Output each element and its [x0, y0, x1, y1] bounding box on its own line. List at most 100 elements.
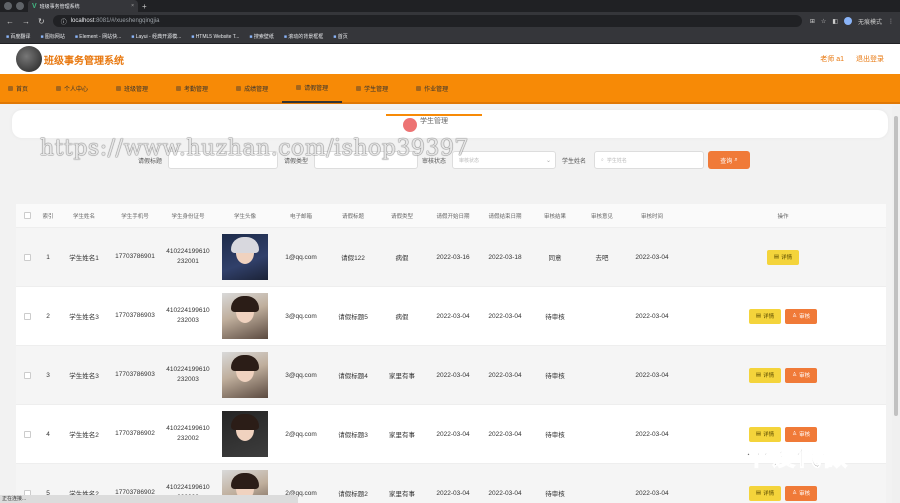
nav-item-leave[interactable]: 请假管理 — [282, 73, 343, 103]
address-host: localhost — [70, 18, 95, 24]
leave-title-label: 请假标题 — [138, 158, 163, 165]
browser-more-icon[interactable]: ⋮ — [888, 18, 894, 25]
bookmark-item[interactable]: 滚动的背景框框 — [284, 33, 323, 40]
row-checkbox[interactable] — [16, 253, 38, 261]
bookmark-item[interactable]: 百度翻译 — [6, 33, 30, 40]
close-tab-icon[interactable]: × — [131, 3, 134, 9]
row-checkbox[interactable] — [16, 371, 38, 379]
reload-icon[interactable]: ↻ — [38, 17, 45, 26]
cell-end-date: 2022-03-18 — [488, 253, 522, 261]
new-tab-icon[interactable]: + — [142, 2, 147, 11]
leave-icon — [296, 84, 302, 90]
logout-link[interactable]: 退出登录 — [856, 54, 884, 64]
nav-item-homework[interactable]: 作业管理 — [402, 73, 462, 103]
scrollbar-thumb[interactable] — [894, 116, 898, 416]
checkbox-box — [23, 430, 31, 438]
student-name-placeholder: 学生姓名 — [606, 157, 627, 164]
detail-button-label: 详情 — [763, 314, 775, 320]
detail-button[interactable]: ▤ 详情 — [748, 485, 782, 501]
detail-button[interactable]: ▤ 详情 — [748, 367, 782, 383]
bookmark-item[interactable]: HTML5 Website T... — [191, 34, 240, 40]
address-bar[interactable]: ⓘ localhost:8081/#/xueshengqingjia — [52, 15, 802, 27]
cell-start-date: 2022-03-04 — [436, 430, 470, 438]
cell-start-date: 2022-03-04 — [436, 312, 470, 320]
search-button[interactable]: 查询 ⌕ — [708, 151, 750, 169]
cell-student-name: 学生姓名3 — [69, 314, 99, 321]
leave-type-input[interactable] — [314, 151, 418, 169]
corner-overlay-text: 毕设代做 — [743, 442, 848, 472]
checkbox-box — [23, 371, 31, 379]
nav-item-students[interactable]: 学生管理 — [342, 73, 402, 103]
forward-icon[interactable]: → — [22, 17, 30, 26]
translate-icon[interactable]: ⊞ — [810, 18, 815, 25]
breadcrumb: 学生管理 — [420, 118, 448, 125]
audit-button[interactable]: ♙ 审核 — [785, 308, 818, 324]
detail-button[interactable]: ▤ 详情 — [766, 249, 800, 265]
audit-button-label: 审核 — [799, 373, 811, 379]
extensions-icon[interactable]: ◧ — [832, 18, 838, 25]
student-avatar-image[interactable] — [222, 352, 268, 398]
profile-label[interactable]: 无痕模式 — [858, 17, 882, 26]
cell-end-date: 2022-03-04 — [488, 430, 522, 438]
audit-button[interactable]: ♙ 审核 — [785, 367, 818, 383]
browser-app-icon[interactable] — [16, 2, 24, 10]
cell-id-card: 410224199610232001 — [166, 248, 210, 265]
row-checkbox[interactable] — [16, 430, 38, 438]
bookmark-item[interactable]: Element - 网站快... — [75, 33, 121, 40]
cell-start-date: 2022-03-04 — [436, 371, 470, 379]
bookmark-item[interactable]: 首页 — [333, 33, 348, 40]
grades-icon — [236, 85, 242, 91]
detail-button-label: 详情 — [763, 491, 775, 497]
audit-button[interactable]: ♙ 审核 — [785, 485, 818, 501]
profile-avatar-icon[interactable] — [843, 17, 852, 25]
info-icon: ⓘ — [60, 19, 67, 26]
cell-audit-time: 2022-03-04 — [635, 489, 669, 497]
select-all-checkbox[interactable] — [16, 212, 38, 219]
browser-menu-icon[interactable] — [4, 2, 12, 10]
bookmark-star-icon[interactable]: ☆ — [821, 18, 826, 25]
bookmark-item[interactable]: 图标网站 — [40, 33, 65, 40]
cell-index: 3 — [46, 371, 50, 379]
cell-id-card: 410224199610232003 — [166, 366, 210, 383]
detail-button[interactable]: ▤ 详情 — [748, 308, 782, 324]
page-scrollbar[interactable] — [892, 106, 900, 503]
cell-phone: 17703786903 — [115, 312, 155, 319]
nav-label: 班级管理 — [124, 86, 149, 93]
table-row: 2 学生姓名3 17703786903 410224199610232003 3@qq.… — [16, 287, 886, 346]
app-header: 班级事务管理系统 老师 a1 退出登录 — [0, 44, 900, 74]
bookmark-item[interactable]: 搜索壁纸 — [249, 33, 274, 40]
nav-label: 考勤管理 — [184, 86, 209, 93]
student-name-input[interactable]: ⌕ 学生姓名 — [594, 151, 704, 169]
cell-actions: ▤ 详情 — [680, 249, 886, 265]
table-row: 1 学生姓名1 17703786901 410224199610232001 1@qq.… — [16, 228, 886, 287]
cell-phone: 17703786902 — [115, 430, 155, 437]
nav-item-class[interactable]: 班级管理 — [102, 73, 162, 103]
nav-item-home[interactable]: 首页 — [8, 73, 42, 103]
nav-item-attendance[interactable]: 考勤管理 — [162, 73, 222, 103]
document-icon: ▤ — [755, 313, 762, 319]
nav-item-profile[interactable]: 个人中心 — [42, 73, 102, 103]
leave-title-input[interactable] — [168, 151, 278, 169]
homework-icon — [416, 85, 422, 91]
browser-status-bar: 正在连接... — [0, 495, 298, 503]
cell-start-date: 2022-03-16 — [436, 253, 470, 261]
nav-item-grades[interactable]: 成绩管理 — [222, 73, 282, 103]
back-icon[interactable]: ← — [6, 17, 14, 26]
nav-label: 学生管理 — [364, 86, 389, 93]
browser-toolbar: ← → ↻ ⓘ localhost:8081/#/xueshengqingjia… — [0, 12, 900, 30]
cell-index: 4 — [46, 430, 50, 438]
cell-audit-time: 2022-03-04 — [635, 371, 669, 379]
checkbox-box — [23, 312, 31, 320]
cell-audit-time: 2022-03-04 — [635, 430, 669, 438]
cell-end-date: 2022-03-04 — [488, 371, 522, 379]
bookmark-item[interactable]: Layui - 经典开源模... — [131, 33, 182, 40]
student-avatar-image[interactable] — [222, 293, 268, 339]
student-avatar-image[interactable] — [222, 234, 268, 280]
student-avatar-image[interactable] — [222, 411, 268, 457]
row-checkbox[interactable] — [16, 312, 38, 320]
browser-tab[interactable]: V 班级事务管理系统 × — [28, 0, 138, 12]
cell-avatar — [216, 234, 274, 280]
audit-status-select[interactable]: 审核状态 ⌄ — [452, 151, 556, 169]
cell-leave-type: 家里有事 — [389, 432, 415, 439]
attendance-icon — [176, 85, 182, 91]
